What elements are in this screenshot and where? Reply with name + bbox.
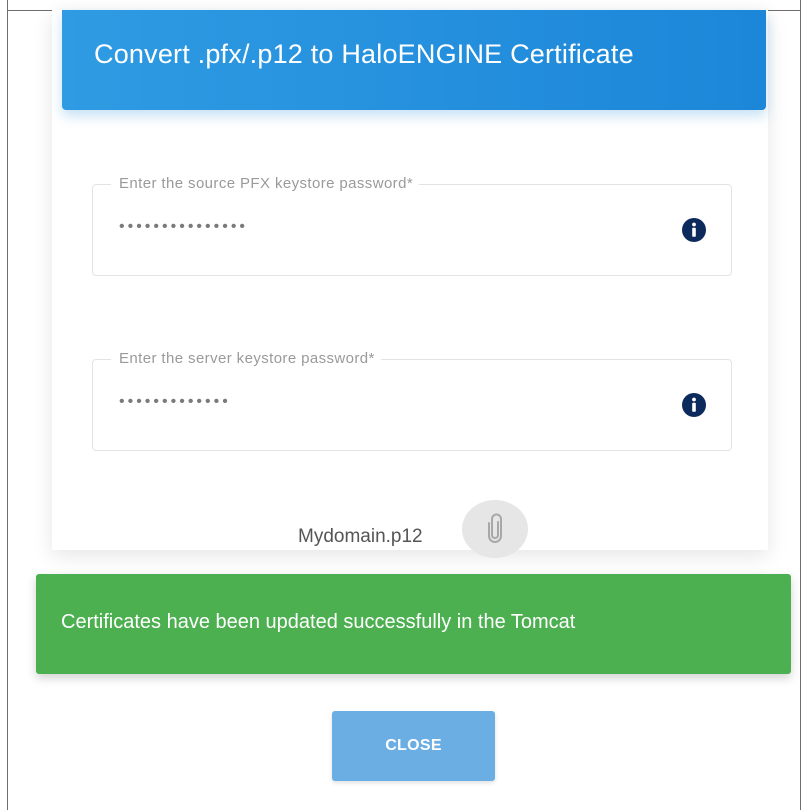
window-border-left (7, 0, 8, 810)
dialog-header: Convert .pfx/.p12 to HaloENGINE Certific… (62, 10, 766, 110)
info-icon[interactable] (681, 392, 707, 418)
paperclip-icon (488, 513, 502, 543)
info-icon[interactable] (681, 217, 707, 243)
source-pfx-password-field[interactable]: Enter the source PFX keystore password* … (92, 175, 732, 276)
success-toast: Certificates have been updated successfu… (36, 574, 791, 674)
close-button[interactable]: CLOSE (332, 711, 495, 781)
source-pfx-password-value[interactable]: ••••••••••••••• (119, 217, 248, 237)
dialog-window: Convert .pfx/.p12 to HaloENGINE Certific… (0, 0, 810, 810)
server-keystore-password-field[interactable]: Enter the server keystore password* ••••… (92, 350, 732, 451)
toast-message: Certificates have been updated successfu… (61, 610, 576, 633)
server-keystore-password-label: Enter the server keystore password* (111, 350, 381, 368)
source-pfx-password-label: Enter the source PFX keystore password* (111, 175, 420, 193)
server-keystore-password-value[interactable]: ••••••••••••• (119, 392, 231, 412)
attached-file-name: Mydomain.p12 (298, 526, 423, 547)
window-border-right (800, 0, 801, 810)
dialog-title: Convert .pfx/.p12 to HaloENGINE Certific… (94, 38, 634, 69)
attach-file-button[interactable] (462, 500, 528, 558)
attachment-row: Mydomain.p12 (0, 500, 810, 560)
